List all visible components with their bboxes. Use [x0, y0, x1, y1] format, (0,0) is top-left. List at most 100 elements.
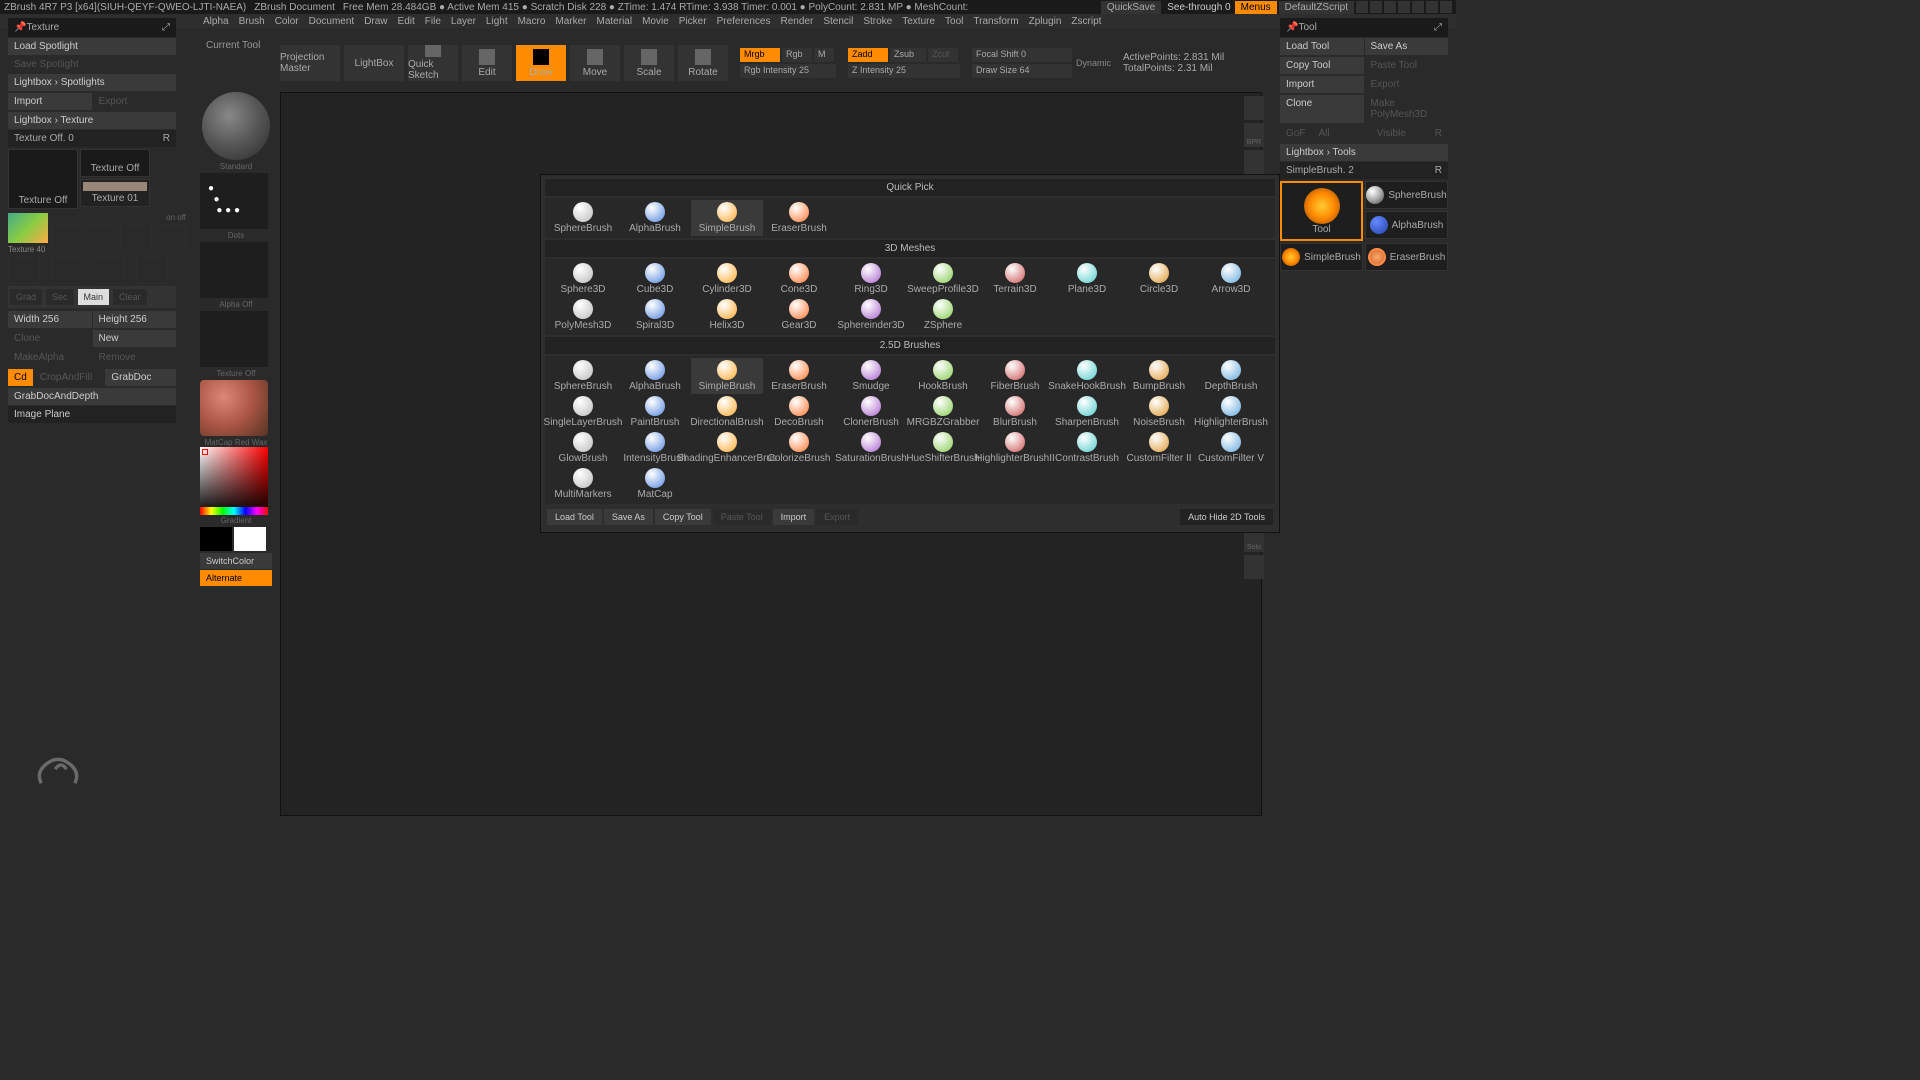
menu-layer[interactable]: Layer [448, 16, 479, 27]
picker-item-saturationbrush[interactable]: SaturationBrush [835, 430, 907, 466]
saveas-button[interactable]: Save As [1365, 38, 1449, 55]
mrgb-button[interactable]: Mrgb [740, 48, 780, 62]
picker-item-directionalbrush[interactable]: DirectionalBrush [691, 394, 763, 430]
pin-icon[interactable]: 📌 [14, 22, 26, 33]
picker-item-cone3d[interactable]: Cone3D [763, 261, 835, 297]
picker-item-alphabrush[interactable]: AlphaBrush [619, 200, 691, 236]
picker-item-alphabrush[interactable]: AlphaBrush [619, 358, 691, 394]
menu-file[interactable]: File [422, 16, 444, 27]
color-picker[interactable] [200, 447, 268, 515]
picker-item-gear3d[interactable]: Gear3D [763, 297, 835, 333]
btn1[interactable] [1356, 1, 1368, 13]
panel-header[interactable]: 📌 Texture ⤢ [8, 18, 176, 37]
picker-item-paintbrush[interactable]: PaintBrush [619, 394, 691, 430]
pin-icon[interactable]: 📌 [1286, 22, 1298, 33]
simplebrush-slider[interactable]: SimpleBrush. 2 R [1280, 162, 1448, 179]
picker-item-spherebrush[interactable]: SphereBrush [547, 358, 619, 394]
picker-item-sweepprofile3d[interactable]: SweepProfile3D [907, 261, 979, 297]
zadd-button[interactable]: Zadd [848, 48, 888, 62]
copy-tool-button[interactable]: Copy Tool [1280, 57, 1364, 74]
load-spotlight-button[interactable]: Load Spotlight [8, 38, 176, 55]
picker-item-clonerbrush[interactable]: ClonerBrush [835, 394, 907, 430]
menu-marker[interactable]: Marker [552, 16, 589, 27]
z-intensity-slider[interactable]: Z Intensity 25 [848, 64, 960, 78]
menu-alpha[interactable]: Alpha [200, 16, 232, 27]
draw-size-slider[interactable]: Draw Size 64 [972, 64, 1072, 78]
picker-item-bumpbrush[interactable]: BumpBrush [1123, 358, 1195, 394]
grabdocdepth-button[interactable]: GrabDocAndDepth [8, 388, 176, 405]
saveas-button[interactable]: Save As [604, 509, 653, 525]
picker-item-cube3d[interactable]: Cube3D [619, 261, 691, 297]
width-field[interactable]: Width 256 [8, 311, 92, 328]
draw-button[interactable]: Draw [516, 45, 566, 81]
menu-zplugin[interactable]: Zplugin [1026, 16, 1065, 27]
picker-item-customfilter v[interactable]: CustomFilter V [1195, 430, 1267, 466]
picker-item-cylinder3d[interactable]: Cylinder3D [691, 261, 763, 297]
load-tool-button[interactable]: Load Tool [547, 509, 602, 525]
picker-item-colorizebrush[interactable]: ColorizeBrush [763, 430, 835, 466]
main-button[interactable]: Main [78, 289, 110, 305]
seethrough-slider[interactable]: See-through 0 [1163, 2, 1234, 13]
picker-item-hueshifterbrush[interactable]: HueShifterBrush [907, 430, 979, 466]
menu-macro[interactable]: Macro [515, 16, 549, 27]
quicksave-button[interactable]: QuickSave [1101, 1, 1161, 14]
picker-item-glowbrush[interactable]: GlowBrush [547, 430, 619, 466]
picker-item-multimarkers[interactable]: MultiMarkers [547, 466, 619, 502]
menu-draw[interactable]: Draw [361, 16, 390, 27]
projection-master-button[interactable]: Projection Master [280, 45, 340, 81]
lightbox-button[interactable]: LightBox [344, 45, 404, 81]
m-button[interactable]: M [814, 48, 834, 62]
brush-preview[interactable] [202, 92, 270, 160]
picker-item-blurbrush[interactable]: BlurBrush [979, 394, 1051, 430]
picker-item-plane3d[interactable]: Plane3D [1051, 261, 1123, 297]
picker-item-sphere3d[interactable]: Sphere3D [547, 261, 619, 297]
menu-movie[interactable]: Movie [639, 16, 672, 27]
menu-stencil[interactable]: Stencil [820, 16, 856, 27]
stroke-selector[interactable]: ● ● ● ● ● [200, 173, 268, 229]
close-button[interactable] [1440, 1, 1452, 13]
picker-item-eraserbrush[interactable]: EraserBrush [763, 200, 835, 236]
picker-item-smudge[interactable]: Smudge [835, 358, 907, 394]
picker-item-simplebrush[interactable]: SimpleBrush [691, 200, 763, 236]
picker-item-shadingenhancerbrus[interactable]: ShadingEnhancerBrus [691, 430, 763, 466]
import-button[interactable]: Import [773, 509, 815, 525]
picker-item-polymesh3d[interactable]: PolyMesh3D [547, 297, 619, 333]
viewport-icon-1[interactable]: BPR [1244, 123, 1264, 147]
focal-shift-slider[interactable]: Focal Shift 0 [972, 48, 1072, 62]
picker-item-snakehookbrush[interactable]: SnakeHookBrush [1051, 358, 1123, 394]
lightbox-spotlights-button[interactable]: Lightbox › Spotlights [8, 74, 176, 91]
picker-item-arrow3d[interactable]: Arrow3D [1195, 261, 1267, 297]
image-plane-section[interactable]: Image Plane [8, 406, 176, 423]
load-tool-button[interactable]: Load Tool [1280, 38, 1364, 55]
menu-document[interactable]: Document [306, 16, 358, 27]
current-tool-thumb[interactable]: Tool [1280, 181, 1363, 241]
texture-slot-01[interactable]: Texture 01 [80, 179, 150, 207]
cd-button[interactable]: Cd [8, 369, 33, 386]
menu-preferences[interactable]: Preferences [714, 16, 774, 27]
rgb-button[interactable]: Rgb [782, 48, 812, 62]
min-button[interactable] [1412, 1, 1424, 13]
picker-item-circle3d[interactable]: Circle3D [1123, 261, 1195, 297]
copy-tool-button[interactable]: Copy Tool [655, 509, 711, 525]
expand-icon[interactable]: ⤢ [1434, 22, 1442, 33]
quicksketch-button[interactable]: Quick Sketch [408, 45, 458, 81]
btn4[interactable] [1398, 1, 1410, 13]
picker-item-spiral3d[interactable]: Spiral3D [619, 297, 691, 333]
import-button[interactable]: Import [8, 93, 92, 110]
menu-render[interactable]: Render [778, 16, 817, 27]
simplebrush-thumb[interactable]: SimpleBrush [1280, 243, 1363, 271]
picker-item-eraserbrush[interactable]: EraserBrush [763, 358, 835, 394]
spherebrush-thumb[interactable]: SphereBrush [1365, 181, 1448, 209]
dynamic-label[interactable]: Dynamic [1076, 58, 1111, 68]
alphabrush-thumb[interactable]: AlphaBrush [1365, 211, 1448, 239]
texture-selector[interactable] [200, 311, 268, 367]
alternate-button[interactable]: Alternate [200, 570, 272, 586]
picker-item-helix3d[interactable]: Helix3D [691, 297, 763, 333]
menu-tool[interactable]: Tool [942, 16, 966, 27]
clone-button[interactable]: Clone [1280, 95, 1364, 123]
picker-item-spherebrush[interactable]: SphereBrush [547, 200, 619, 236]
menu-picker[interactable]: Picker [676, 16, 710, 27]
texture-slot-off[interactable]: Texture Off [8, 149, 78, 209]
btn2[interactable] [1370, 1, 1382, 13]
lightbox-tools-button[interactable]: Lightbox › Tools [1280, 144, 1448, 161]
